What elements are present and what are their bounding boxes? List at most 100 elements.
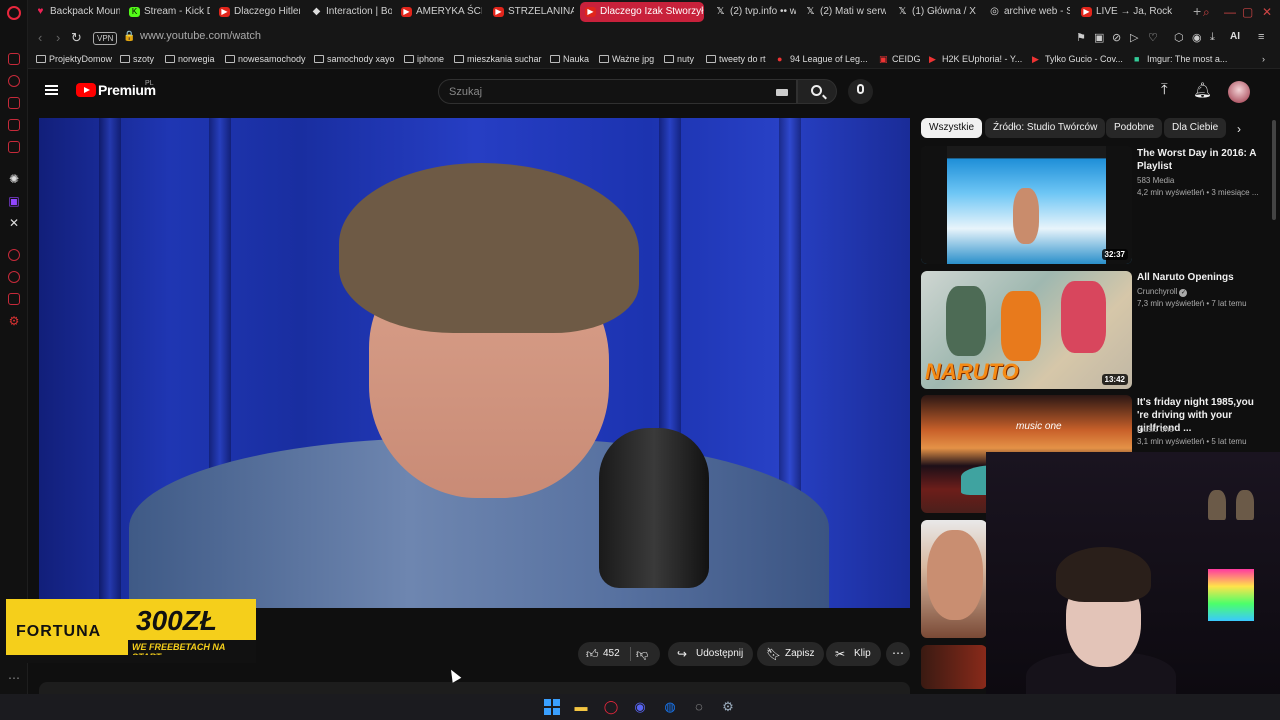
bookmark-folder[interactable]: tweety do rt: [706, 54, 766, 64]
minimize-icon[interactable]: —: [1224, 5, 1236, 19]
bookmark-folder[interactable]: mieszkania suchar: [454, 54, 542, 64]
save-button[interactable]: 🔖︎ Zapisz: [757, 642, 825, 666]
bookmark-link[interactable]: ■ Imgur: The most a...: [1134, 54, 1227, 64]
maximize-icon[interactable]: ▢: [1242, 5, 1253, 19]
bookmark-folder[interactable]: szoty: [120, 54, 154, 64]
menu-icon[interactable]: ≡: [1258, 31, 1264, 43]
fortuna-ad-banner[interactable]: FORTUNA 300ZŁ WE FREEBETACH NA START: [6, 599, 256, 663]
tab-youtube-live[interactable]: ▶ LIVE → Ja, Rock: [1076, 2, 1172, 22]
sidebar-chatgpt-icon[interactable]: ✺: [6, 171, 22, 187]
tab-x-mati[interactable]: 𝕏 (2) Mati w serwi: [800, 2, 886, 22]
bookmark-folder[interactable]: norwegia: [165, 54, 215, 64]
chip-all[interactable]: Wszystkie: [921, 118, 982, 138]
share-button[interactable]: ↪ Udostępnij: [668, 642, 754, 666]
bookmark-folder[interactable]: iphone: [404, 54, 444, 64]
messenger-icon[interactable]: ◍: [661, 698, 679, 716]
tab-youtube-hitler[interactable]: ▶ Dlaczego Hitler: [214, 2, 300, 22]
sidebar-settings-icon[interactable]: ⚙: [6, 313, 22, 329]
tab-archive[interactable]: ◎ archive web - S: [984, 2, 1070, 22]
download-icon[interactable]: ⤓: [1210, 31, 1215, 44]
sidebar-bookmarks-icon[interactable]: [8, 97, 20, 109]
description-box[interactable]: [39, 682, 910, 694]
bookmark-folder[interactable]: ProjektyDomow: [36, 54, 112, 64]
opera-logo-icon[interactable]: [7, 6, 21, 20]
bookmark-folder[interactable]: Nauka: [550, 54, 589, 64]
search-box[interactable]: [438, 79, 797, 104]
rec-thumbnail[interactable]: [921, 645, 987, 689]
tab-kick[interactable]: K Stream - Kick D: [124, 2, 210, 22]
dislike-button[interactable]: 👎︎: [636, 642, 658, 666]
avatar[interactable]: [1228, 81, 1250, 103]
sidebar-mail-icon[interactable]: [8, 141, 20, 153]
video-player[interactable]: [39, 118, 910, 608]
tab-x-tvp[interactable]: 𝕏 (2) tvp.info •• w: [710, 2, 796, 22]
sidebar-extensions-icon[interactable]: [8, 293, 20, 305]
bookmark-folder[interactable]: samochody xayo: [314, 54, 395, 64]
chip-for-you[interactable]: Dla Ciebie: [1164, 118, 1227, 138]
scrollbar[interactable]: [1272, 120, 1276, 220]
notifications-bell-icon[interactable]: 🔔︎: [1193, 81, 1212, 99]
clip-button[interactable]: ✂ Klip: [826, 642, 881, 666]
bookmark-folder[interactable]: nuty: [664, 54, 694, 64]
rec-thumbnail[interactable]: NARUTO 13:42: [921, 271, 1132, 389]
back-icon[interactable]: ‹: [38, 30, 42, 45]
search-input[interactable]: [449, 84, 769, 100]
player-icon[interactable]: ▷: [1130, 31, 1138, 44]
tab-x-home[interactable]: 𝕏 (1) Główna / X: [892, 2, 978, 22]
opera-gx-icon[interactable]: ◯: [602, 698, 620, 716]
sidebar-x-icon[interactable]: ✕: [6, 215, 22, 231]
rec-channel[interactable]: Crunchyroll ✓: [1137, 287, 1188, 297]
snapshot-icon[interactable]: ▣: [1094, 31, 1104, 44]
vpn-badge[interactable]: VPN: [93, 32, 118, 45]
tab-interaction[interactable]: ◆ Interaction | Bol: [306, 2, 392, 22]
new-tab-icon[interactable]: +: [1193, 3, 1201, 19]
bookmark-link[interactable]: ▶ Tylko Gucio - Cov...: [1032, 54, 1123, 64]
chevron-right-icon[interactable]: ›: [1237, 122, 1241, 136]
sidebar-clock-icon[interactable]: [8, 271, 20, 283]
tab-backpack[interactable]: ♥ Backpack Mount: [30, 2, 120, 22]
extensions-icon[interactable]: ⬡: [1174, 31, 1184, 44]
tab-youtube-strzelanina[interactable]: ▶STRZELANINA V: [488, 2, 574, 22]
rec-title[interactable]: The Worst Day in 2016: A Playlist: [1137, 147, 1262, 173]
close-window-icon[interactable]: ✕: [1262, 5, 1272, 19]
rec-thumbnail[interactable]: 32:37: [921, 146, 1132, 264]
upload-icon[interactable]: ⤒: [1161, 81, 1168, 98]
search-button[interactable]: [797, 79, 837, 104]
bookmarks-overflow-icon[interactable]: ›: [1262, 54, 1265, 64]
sidebar-more-icon[interactable]: ⋯: [6, 670, 22, 686]
aria-ai-button[interactable]: AI: [1230, 31, 1240, 42]
bookmark-link[interactable]: ▣ CEIDG: [879, 54, 921, 64]
rec-channel[interactable]: music one: [1137, 425, 1173, 434]
sidebar-twitch-icon[interactable]: ▣: [6, 193, 22, 209]
like-button[interactable]: 👍︎ 452: [578, 642, 628, 666]
tab-youtube-active[interactable]: ▶ Dlaczego Izak Stworzył G: [580, 2, 704, 22]
voice-search-button[interactable]: [848, 79, 873, 104]
rec-channel[interactable]: 583 Media: [1137, 176, 1174, 185]
chip-related[interactable]: Podobne: [1106, 118, 1163, 138]
search-tabs-icon[interactable]: ⌕: [1203, 5, 1210, 20]
bookmark-page-icon[interactable]: ⚑: [1076, 31, 1086, 44]
more-actions-button[interactable]: ⋯: [886, 642, 910, 666]
reload-icon[interactable]: ↻: [71, 30, 82, 46]
forward-icon[interactable]: ›: [56, 30, 60, 45]
sidebar-aria-icon[interactable]: [8, 53, 20, 65]
sidebar-player-icon[interactable]: [8, 249, 20, 261]
url-field[interactable]: www.youtube.com/watch: [140, 30, 261, 42]
heart-icon[interactable]: ♡: [1148, 31, 1158, 44]
keyboard-icon[interactable]: [776, 89, 788, 96]
sidebar-history-icon[interactable]: [8, 75, 20, 87]
discord-icon[interactable]: ◉: [631, 698, 649, 716]
youtube-logo-icon[interactable]: [76, 83, 96, 97]
chip-source[interactable]: Źródło: Studio Twórców: [985, 118, 1106, 138]
steam-icon[interactable]: ⚙: [719, 698, 737, 716]
windows-start-icon[interactable]: [543, 698, 561, 716]
file-explorer-icon[interactable]: ▬: [572, 698, 590, 716]
bookmark-link[interactable]: ● 94 League of Leg...: [777, 54, 868, 64]
rec-thumbnail[interactable]: [921, 520, 987, 638]
guide-menu-icon[interactable]: [45, 85, 58, 95]
profile-icon[interactable]: ◉: [1192, 31, 1202, 44]
lock-icon[interactable]: 🔒: [123, 31, 135, 42]
adblock-icon[interactable]: ⊘: [1112, 31, 1121, 44]
obs-icon[interactable]: ◌: [690, 698, 708, 716]
bookmark-folder[interactable]: nowesamochody: [225, 54, 306, 64]
